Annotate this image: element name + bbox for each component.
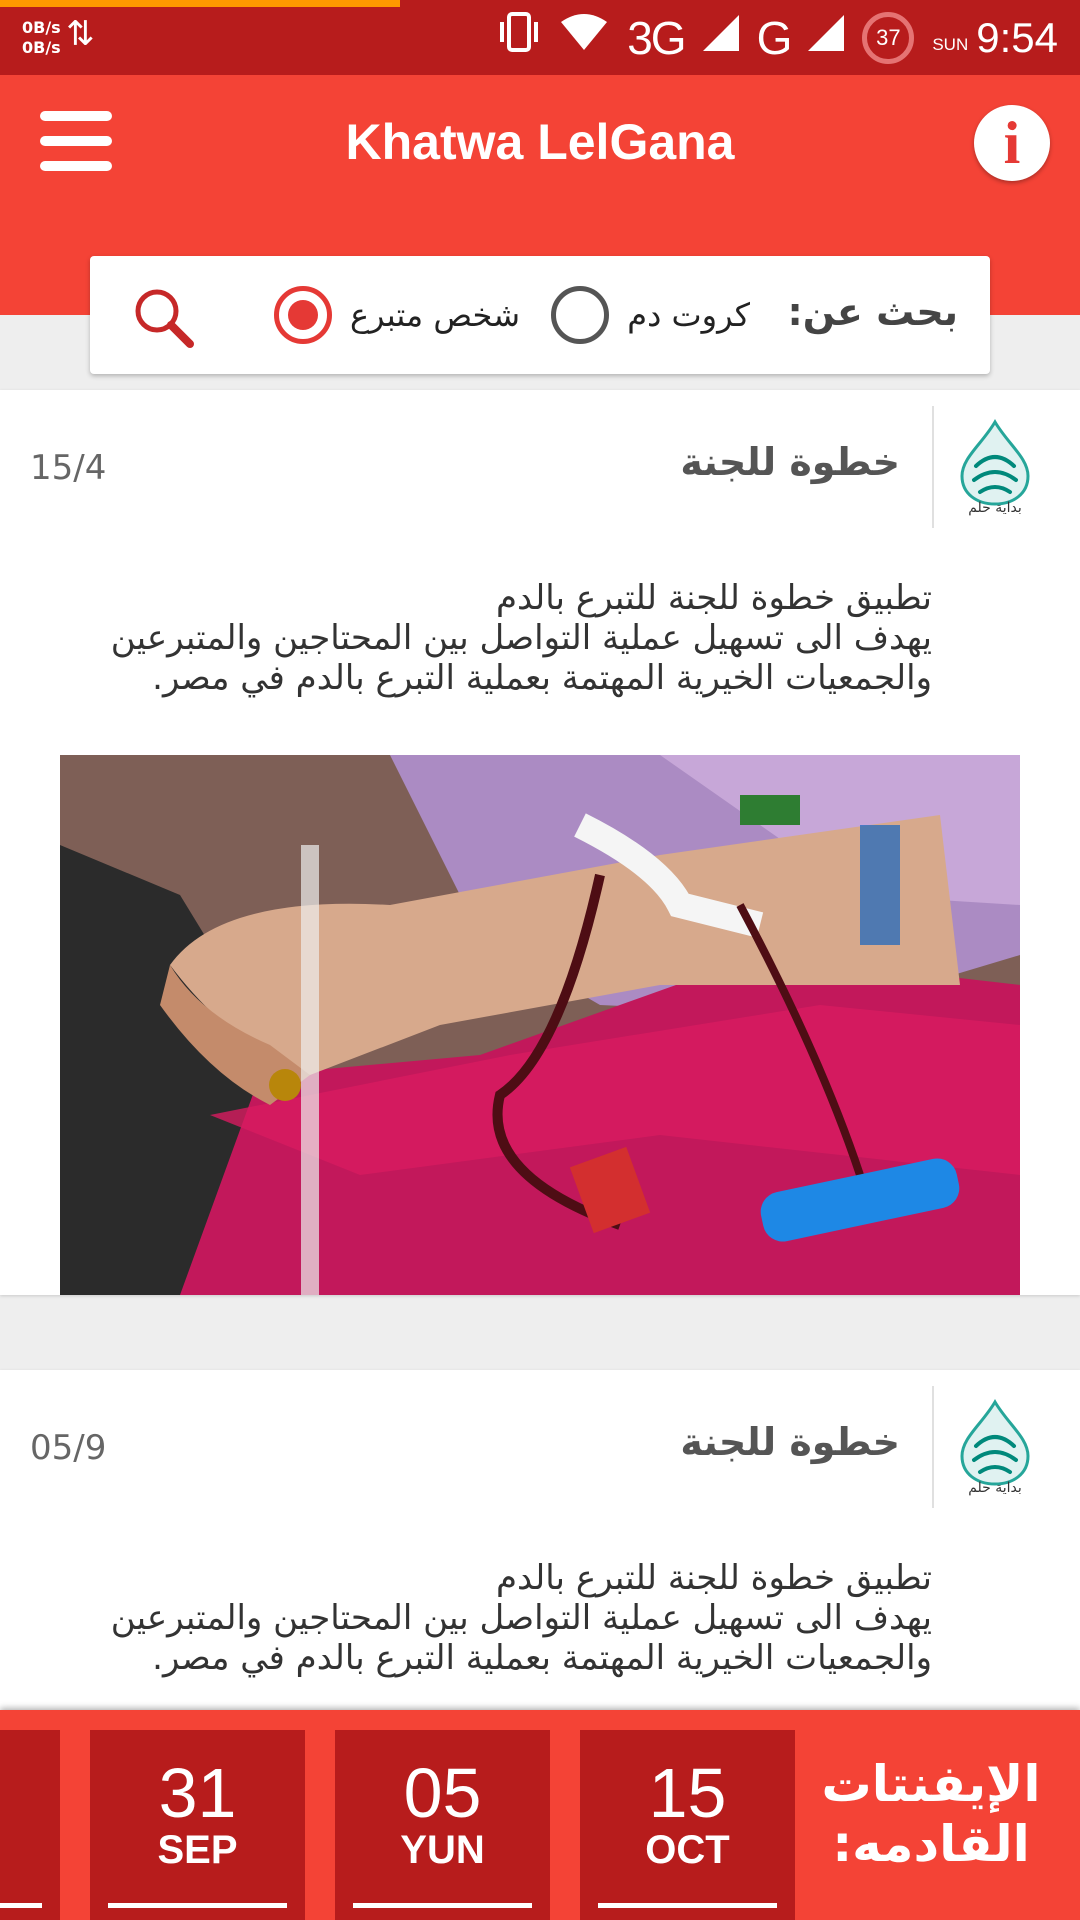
radio-blood-cards-circle[interactable] [551, 286, 610, 344]
search-card: بحث عن: كروت دم شخص متبرع [90, 256, 990, 374]
signal-icon-2 [808, 12, 845, 64]
post-line: يهدف الى تسهيل عملية التواصل بين المحتاج… [110, 618, 932, 658]
post-author: خطوة للجنة [680, 1420, 900, 1464]
event-underline [0, 1903, 42, 1908]
event-card[interactable]: 15 OCT [580, 1730, 795, 1920]
event-card-partial[interactable] [0, 1730, 60, 1920]
post-body: تطبيق خطوة للجنة للتبرع بالدم يهدف الى ت… [40, 1558, 932, 1678]
events-label-line1: الإيفنتات [821, 1755, 1041, 1813]
search-label: بحث عن: [787, 290, 958, 334]
blood-donation-image [60, 755, 1020, 1295]
hamburger-menu-icon[interactable] [40, 111, 112, 171]
logo-drop-icon [960, 419, 1030, 506]
net-up: 0B/s [22, 18, 61, 37]
radio-blood-cards-label: كروت دم [627, 296, 750, 334]
post-line: والجمعيات الخيرية المهتمة بعملية التبرع … [152, 1638, 932, 1678]
post-date: 15/4 [30, 448, 107, 488]
event-month: SEP [157, 1828, 238, 1872]
wifi-icon [559, 12, 609, 65]
status-day: SUN [932, 35, 969, 54]
post-line: تطبيق خطوة للجنة للتبرع بالدم [495, 1558, 932, 1598]
radio-donor-circle[interactable] [273, 286, 332, 344]
event-card[interactable]: 05 YUN [335, 1730, 550, 1920]
search-icon[interactable] [132, 286, 194, 348]
event-card[interactable]: 31 SEP [90, 1730, 305, 1920]
event-month: YUN [400, 1828, 485, 1872]
app-title: Khatwa LelGana [345, 114, 735, 170]
post-logo: بداية حلم [932, 406, 1056, 528]
post-line: تطبيق خطوة للجنة للتبرع بالدم [495, 578, 932, 618]
post-logo: بداية حلم [932, 1386, 1056, 1508]
events-label: الإيفنتات القادمه: [816, 1754, 1046, 1874]
network-g: G [756, 12, 793, 64]
logo-tagline: بداية حلم [968, 1480, 1022, 1496]
radio-blood-cards[interactable]: كروت دم [551, 286, 750, 344]
logo-drop-icon [960, 1399, 1030, 1486]
event-underline [598, 1903, 777, 1908]
radio-donor[interactable]: شخص متبرع [273, 286, 520, 344]
event-month: OCT [645, 1828, 730, 1872]
post-card[interactable]: بداية حلم خطوة للجنة 15/4 تطبيق خطوة للج… [0, 390, 1080, 1295]
status-icons: 3G G 37 SUN 9:54 [497, 11, 1058, 65]
download-progress-strip [0, 0, 400, 7]
upcoming-events-bar: الإيفنتات القادمه: 15 OCT 05 YUN 31 SEP [0, 1710, 1080, 1920]
vibrate-icon [497, 11, 541, 65]
blood-donation-photo[interactable] [60, 755, 1020, 1295]
event-day: 15 [648, 1754, 727, 1832]
post-body: تطبيق خطوة للجنة للتبرع بالدم يهدف الى ت… [40, 578, 932, 698]
signal-icon [702, 12, 739, 64]
status-time: 9:54 [976, 14, 1058, 61]
event-underline [353, 1903, 532, 1908]
event-underline [108, 1903, 287, 1908]
post-line: والجمعيات الخيرية المهتمة بعملية التبرع … [152, 658, 932, 698]
event-day: 31 [158, 1754, 237, 1832]
event-day: 05 [403, 1754, 482, 1832]
info-icon[interactable]: i [974, 105, 1050, 181]
post-date: 05/9 [30, 1428, 107, 1468]
status-bar: 0B/s 0B/s ⇅ 3G G 37 SUN 9:54 [0, 0, 1080, 75]
net-down: 0B/s [22, 38, 61, 57]
network-3g: 3G [627, 12, 686, 64]
logo-tagline: بداية حلم [968, 500, 1022, 516]
events-label-line2: القادمه: [832, 1815, 1030, 1873]
network-speed: 0B/s 0B/s [22, 18, 61, 58]
post-line: يهدف الى تسهيل عملية التواصل بين المحتاج… [110, 1598, 932, 1638]
data-transfer-icon: ⇅ [66, 14, 95, 54]
post-author: خطوة للجنة [680, 440, 900, 484]
radio-donor-label: شخص متبرع [349, 296, 520, 334]
battery-icon: 37 [862, 12, 915, 64]
